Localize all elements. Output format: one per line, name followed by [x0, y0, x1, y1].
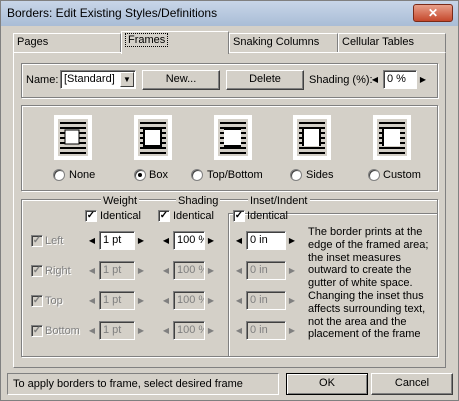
left-shading-input[interactable]: 100 % [173, 231, 205, 250]
shading-increase-icon[interactable]: ▶ [418, 70, 428, 89]
status-bar: To apply borders to frame, select desire… [7, 373, 279, 395]
shading-decrease-icon[interactable]: ◀ [370, 70, 380, 89]
radio-custom-label: Custom [383, 169, 421, 181]
cancel-button[interactable]: Cancel [371, 373, 453, 395]
row-bottom-checkbox[interactable]: ✓ [31, 325, 43, 337]
tab-snaking-columns-label: Snaking Columns [233, 36, 320, 48]
row-right-checkbox[interactable]: ✓ [31, 265, 43, 277]
bottom-shading-increase-icon[interactable]: ▶ [206, 321, 216, 340]
radio-sides-label: Sides [306, 169, 334, 181]
chevron-down-icon[interactable]: ▼ [120, 72, 134, 87]
tab-frames[interactable]: Frames [121, 31, 229, 54]
left-weight-input[interactable]: 1 pt [99, 231, 135, 250]
row-top-checkbox[interactable]: ✓ [31, 295, 43, 307]
bottom-weight-input[interactable]: 1 pt [99, 321, 135, 340]
top-shading-increase-icon[interactable]: ▶ [206, 291, 216, 310]
tab-pages-label: Pages [17, 36, 49, 48]
new-button[interactable]: New... [142, 70, 220, 90]
shading-label: Shading (%): [309, 74, 373, 86]
radio-sides[interactable] [290, 169, 302, 181]
tab-frames-label: Frames [125, 33, 169, 47]
ok-button[interactable]: OK [286, 373, 368, 395]
right-inset-increase-icon[interactable]: ▶ [287, 261, 297, 280]
row-left-checkbox[interactable]: ✓ [31, 235, 43, 247]
tab-cellular-tables-label: Cellular Tables [342, 36, 414, 48]
radio-box[interactable] [134, 169, 146, 181]
top-inset-decrease-icon[interactable]: ◀ [234, 291, 244, 310]
left-weight-decrease-icon[interactable]: ◀ [87, 231, 97, 250]
name-value: [Standard] [64, 73, 115, 85]
shading-input[interactable]: 0 % [383, 70, 417, 89]
name-dropdown[interactable]: [Standard] ▼ [60, 70, 136, 89]
radio-custom[interactable] [368, 169, 380, 181]
right-inset-input[interactable]: 0 in [246, 261, 286, 280]
right-weight-input[interactable]: 1 pt [99, 261, 135, 280]
top-shading-input[interactable]: 100 % [173, 291, 205, 310]
inset-header: Inset/Indent [248, 195, 310, 207]
right-shading-increase-icon[interactable]: ▶ [206, 261, 216, 280]
right-shading-decrease-icon[interactable]: ◀ [161, 261, 171, 280]
border-top-bottom-preview-icon[interactable] [214, 115, 252, 160]
borders-dialog: Borders: Edit Existing Styles/Definition… [0, 0, 459, 401]
border-sides-preview-icon[interactable] [293, 115, 331, 160]
shading-header: Shading [176, 195, 221, 207]
row-bottom-label: Bottom [45, 325, 80, 337]
border-box-preview-icon[interactable] [134, 115, 172, 160]
bottom-inset-decrease-icon[interactable]: ◀ [234, 321, 244, 340]
bottom-shading-decrease-icon[interactable]: ◀ [161, 321, 171, 340]
row-right-label: Right [45, 265, 71, 277]
bottom-weight-decrease-icon[interactable]: ◀ [87, 321, 97, 340]
top-shading-decrease-icon[interactable]: ◀ [161, 291, 171, 310]
inset-description: The border prints at the edge of the fra… [308, 226, 429, 341]
radio-none[interactable] [53, 169, 65, 181]
bottom-shading-input[interactable]: 100 % [173, 321, 205, 340]
bottom-inset-increase-icon[interactable]: ▶ [287, 321, 297, 340]
weight-identical-label: Identical [100, 210, 141, 222]
right-weight-decrease-icon[interactable]: ◀ [87, 261, 97, 280]
right-inset-decrease-icon[interactable]: ◀ [234, 261, 244, 280]
right-weight-increase-icon[interactable]: ▶ [136, 261, 146, 280]
row-top-label: Top [45, 295, 63, 307]
left-shading-decrease-icon[interactable]: ◀ [161, 231, 171, 250]
title-bar[interactable]: Borders: Edit Existing Styles/Definition… [1, 1, 458, 26]
left-shading-increase-icon[interactable]: ▶ [206, 231, 216, 250]
radio-none-label: None [69, 169, 96, 181]
shading-identical-label: Identical [173, 210, 214, 222]
radio-box-label: Box [149, 169, 168, 181]
top-inset-input[interactable]: 0 in [246, 291, 286, 310]
left-inset-increase-icon[interactable]: ▶ [287, 231, 297, 250]
tab-pages[interactable]: Pages [13, 33, 121, 53]
top-weight-increase-icon[interactable]: ▶ [136, 291, 146, 310]
inset-identical-checkbox[interactable]: ✓ [233, 210, 245, 222]
top-weight-decrease-icon[interactable]: ◀ [87, 291, 97, 310]
left-inset-input[interactable]: 0 in [246, 231, 286, 250]
tab-snaking-columns[interactable]: Snaking Columns [229, 33, 338, 53]
close-button[interactable]: ✕ [413, 4, 453, 22]
tab-cellular-tables[interactable]: Cellular Tables [338, 33, 446, 53]
weight-identical-checkbox[interactable]: ✓ [85, 210, 97, 222]
shading-identical-checkbox[interactable]: ✓ [158, 210, 170, 222]
window-title: Borders: Edit Existing Styles/Definition… [7, 6, 218, 20]
right-shading-input[interactable]: 100 % [173, 261, 205, 280]
name-label: Name: [26, 74, 59, 86]
left-inset-decrease-icon[interactable]: ◀ [234, 231, 244, 250]
row-left-label: Left [45, 235, 64, 247]
inset-identical-label: Identical [247, 210, 288, 222]
bottom-inset-input[interactable]: 0 in [246, 321, 286, 340]
radio-top-bottom[interactable] [191, 169, 203, 181]
weight-header: Weight [101, 195, 140, 207]
delete-button[interactable]: Delete [226, 70, 304, 90]
radio-top-bottom-label: Top/Bottom [207, 169, 263, 181]
border-custom-preview-icon[interactable] [373, 115, 411, 160]
top-inset-increase-icon[interactable]: ▶ [287, 291, 297, 310]
left-weight-increase-icon[interactable]: ▶ [136, 231, 146, 250]
border-none-preview-icon[interactable] [54, 115, 92, 160]
top-weight-input[interactable]: 1 pt [99, 291, 135, 310]
bottom-weight-increase-icon[interactable]: ▶ [136, 321, 146, 340]
